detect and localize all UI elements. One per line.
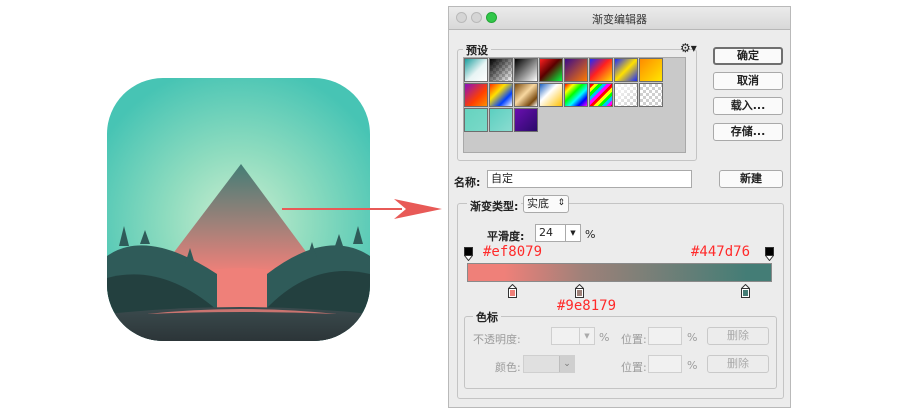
color-stop-left[interactable] — [508, 284, 517, 298]
left-color-annotation: #ef8079 — [483, 244, 543, 260]
preset-swatch[interactable] — [489, 108, 513, 132]
preset-swatch[interactable] — [464, 108, 488, 132]
preset-swatch[interactable] — [514, 58, 538, 82]
name-field[interactable]: 自定 — [487, 170, 692, 188]
opacity-position-field[interactable] — [648, 327, 682, 345]
opacity-unit: % — [599, 331, 610, 344]
color-position-label: 位置: — [621, 361, 647, 374]
middle-color-annotation: #9e8179 — [557, 298, 617, 314]
stepper-down-icon[interactable]: ▼ — [579, 328, 594, 344]
preset-swatch[interactable] — [539, 58, 563, 82]
preset-swatch[interactable] — [464, 58, 488, 82]
preset-swatch[interactable] — [489, 83, 513, 107]
opacity-position-label: 位置: — [621, 333, 647, 346]
title-bar: 渐变编辑器 — [449, 7, 790, 30]
delete-color-stop-button[interactable]: 删除 — [707, 355, 769, 373]
color-position-field[interactable] — [648, 355, 682, 373]
new-button[interactable]: 新建 — [719, 170, 783, 188]
preset-swatch[interactable] — [614, 83, 638, 107]
save-button[interactable]: 存储... — [713, 123, 783, 141]
ok-button[interactable]: 确定 — [713, 47, 783, 65]
gradient-type-select[interactable]: 实底 ⇕ — [523, 195, 569, 213]
color-position-unit: % — [687, 359, 698, 372]
smoothness-value: 24 — [539, 226, 553, 239]
color-swatch-field[interactable]: ⌄ — [523, 355, 575, 373]
preset-swatch[interactable] — [514, 83, 538, 107]
preset-swatch[interactable] — [614, 58, 638, 82]
preset-swatch[interactable] — [639, 58, 663, 82]
window-title: 渐变编辑器 — [592, 13, 647, 26]
delete-opacity-stop-button[interactable]: 删除 — [707, 327, 769, 345]
preset-swatch[interactable] — [539, 83, 563, 107]
color-stop-middle[interactable] — [575, 284, 584, 298]
preset-swatch[interactable] — [489, 58, 513, 82]
gradient-bar[interactable] — [467, 263, 772, 282]
preset-swatch[interactable] — [464, 83, 488, 107]
right-color-annotation: #447d76 — [691, 244, 751, 260]
chevron-down-icon[interactable]: ⌄ — [559, 356, 574, 372]
cancel-button[interactable]: 取消 — [713, 72, 783, 90]
preset-swatch[interactable] — [589, 83, 613, 107]
gradient-editor-window: 渐变编辑器 预设 ⚙▾ 确定 取消 载入... 存储... 名称: 自定 新建 — [448, 6, 791, 408]
preset-swatch[interactable] — [564, 58, 588, 82]
preset-swatch[interactable] — [564, 83, 588, 107]
presets-label: 预设 — [463, 42, 491, 58]
opacity-position-unit: % — [687, 331, 698, 344]
preset-swatch[interactable] — [589, 58, 613, 82]
smoothness-field[interactable]: 24 ▼ — [535, 224, 581, 242]
preset-swatches — [463, 57, 686, 153]
pointer-arrow-icon — [282, 199, 442, 219]
gear-icon[interactable]: ⚙▾ — [680, 41, 697, 55]
opacity-field[interactable]: ▼ — [551, 327, 595, 345]
gradient-type-label: 渐变类型: — [467, 198, 522, 214]
name-label: 名称: — [454, 176, 481, 189]
stops-label: 色标 — [473, 309, 501, 325]
color-stop-right[interactable] — [741, 284, 750, 298]
updown-icon: ⇕ — [557, 198, 565, 208]
smoothness-unit: % — [585, 228, 596, 241]
stepper-down-icon[interactable]: ▼ — [565, 225, 580, 241]
smoothness-label: 平滑度: — [487, 230, 525, 243]
opacity-stop-right[interactable] — [765, 247, 774, 261]
color-label: 颜色: — [495, 361, 521, 374]
gradient-type-value: 实底 — [527, 197, 549, 210]
opacity-stop-left[interactable] — [464, 247, 473, 261]
load-button[interactable]: 载入... — [713, 97, 783, 115]
opacity-label: 不透明度: — [473, 333, 521, 346]
preset-swatch[interactable] — [514, 108, 538, 132]
preset-swatch[interactable] — [639, 83, 663, 107]
